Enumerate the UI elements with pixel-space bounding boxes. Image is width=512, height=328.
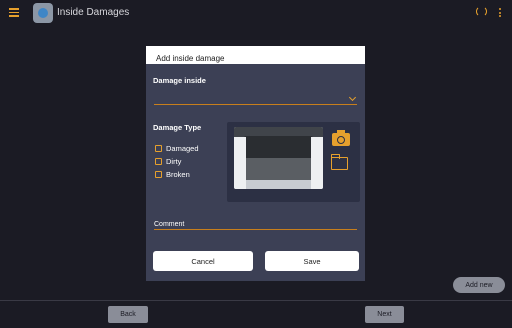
save-button[interactable]: Save: [265, 251, 359, 271]
app-logo: [33, 3, 53, 23]
damage-photo[interactable]: [234, 127, 323, 189]
add-new-button[interactable]: Add new: [453, 277, 505, 293]
checkbox-label: Damaged: [166, 144, 199, 153]
app-bar: Inside Damages: [0, 0, 512, 27]
checkbox-broken[interactable]: Broken: [155, 170, 190, 179]
checkbox-label: Dirty: [166, 157, 182, 166]
checkbox-icon[interactable]: [155, 171, 162, 178]
next-button[interactable]: Next: [365, 306, 404, 323]
checkbox-dirty[interactable]: Dirty: [155, 157, 181, 166]
footer-nav: Back Next: [0, 300, 512, 328]
cancel-button[interactable]: Cancel: [153, 251, 253, 271]
back-button[interactable]: Back: [108, 306, 148, 323]
comment-label: Comment: [154, 221, 185, 228]
photo-panel: [227, 122, 360, 202]
sync-icon[interactable]: [476, 6, 487, 17]
folder-icon[interactable]: [330, 154, 348, 170]
more-options-icon[interactable]: [499, 8, 501, 18]
camera-icon[interactable]: [332, 130, 350, 146]
page-title: Inside Damages: [57, 7, 130, 18]
damage-inside-select[interactable]: [154, 104, 357, 105]
add-damage-dialog: Add inside damage Damage inside Damage T…: [146, 46, 365, 281]
menu-icon[interactable]: [9, 8, 19, 17]
chevron-down-icon[interactable]: [348, 93, 357, 102]
dialog-title: Add inside damage: [146, 46, 365, 64]
damage-inside-label: Damage inside: [153, 76, 206, 85]
damage-type-label: Damage Type: [153, 123, 202, 132]
checkbox-damaged[interactable]: Damaged: [155, 144, 199, 153]
checkbox-label: Broken: [166, 170, 190, 179]
checkbox-icon[interactable]: [155, 145, 162, 152]
comment-input[interactable]: [154, 229, 357, 230]
checkbox-icon[interactable]: [155, 158, 162, 165]
